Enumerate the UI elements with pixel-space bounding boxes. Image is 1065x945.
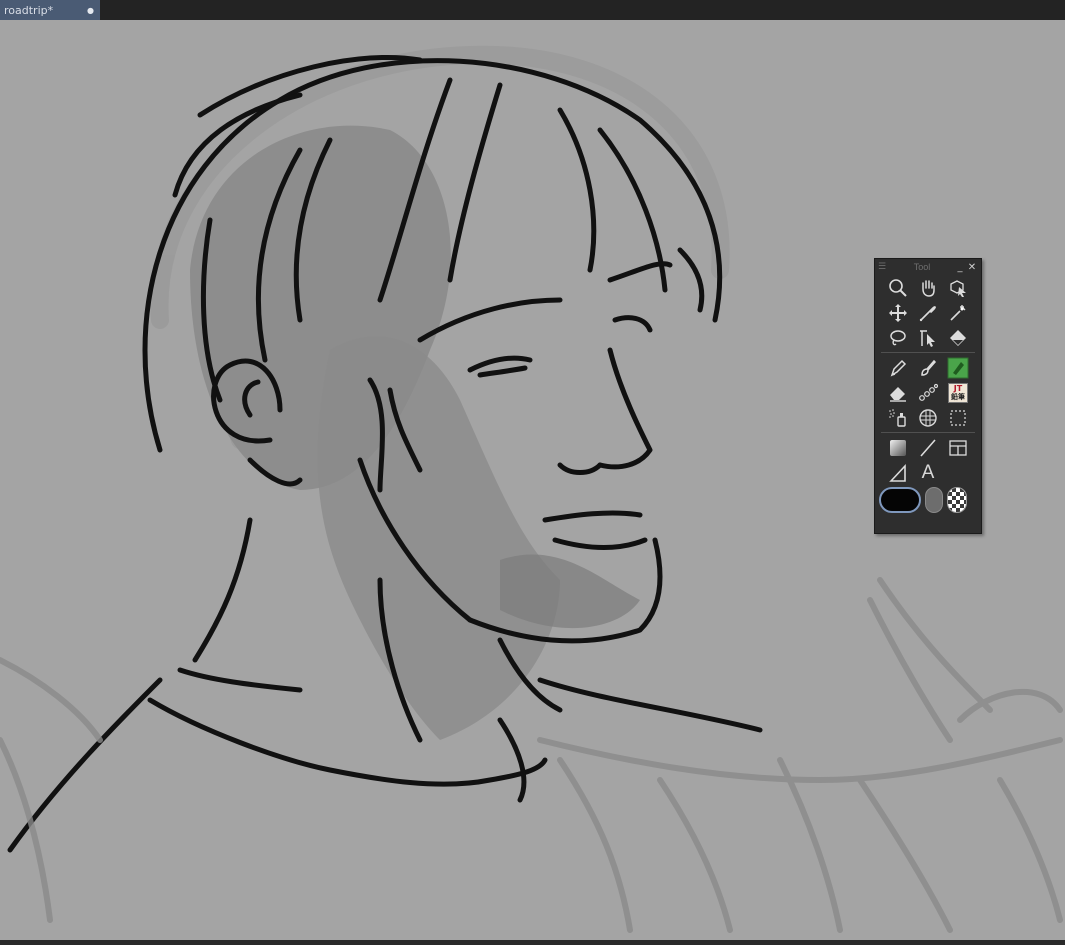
bottom-bar xyxy=(0,940,1065,945)
document-tab-title: roadtrip* xyxy=(4,3,54,17)
tool-grid-drawing: JT 鉛筆 xyxy=(875,355,981,430)
palette-separator xyxy=(881,432,975,433)
line-icon[interactable] xyxy=(913,435,943,460)
frame-icon[interactable] xyxy=(943,435,973,460)
text-icon[interactable]: A xyxy=(913,460,943,485)
tool-palette: ☰ Tool _ ✕ JT 鉛筆 A xyxy=(874,258,982,534)
magic-wand-icon[interactable] xyxy=(943,300,973,325)
main-color-swatch[interactable] xyxy=(879,487,921,513)
transparent-color-swatch[interactable] xyxy=(947,487,967,513)
jt-pencil-icon[interactable]: JT 鉛筆 xyxy=(943,380,973,405)
magnifier-icon[interactable] xyxy=(883,275,913,300)
ruler-icon[interactable] xyxy=(883,460,913,485)
eraser-icon[interactable] xyxy=(883,380,913,405)
sub-color-swatch[interactable] xyxy=(925,487,943,513)
tool-palette-titlebar[interactable]: ☰ Tool _ ✕ xyxy=(875,259,981,275)
palette-separator xyxy=(881,352,975,353)
hand-icon[interactable] xyxy=(913,275,943,300)
eyedropper-icon[interactable] xyxy=(913,300,943,325)
decoration-icon[interactable] xyxy=(913,380,943,405)
tab-close-icon[interactable]: ● xyxy=(87,6,94,15)
airbrush-icon[interactable] xyxy=(883,405,913,430)
lasso-icon[interactable] xyxy=(883,325,913,350)
panel-menu-icon[interactable]: ☰ xyxy=(878,262,890,272)
blend-icon[interactable] xyxy=(913,405,943,430)
tool-palette-title: Tool xyxy=(913,262,931,272)
gradient-icon[interactable] xyxy=(883,435,913,460)
fill-bucket-icon[interactable] xyxy=(943,325,973,350)
close-icon[interactable]: ✕ xyxy=(966,262,978,273)
tool-grid-shapes: A xyxy=(875,435,981,485)
selection-arrow-icon[interactable] xyxy=(913,325,943,350)
minimize-icon[interactable]: _ xyxy=(954,262,966,273)
document-tab[interactable]: roadtrip* ● xyxy=(0,0,100,20)
tool-grid-navigation xyxy=(875,275,981,350)
brush-icon[interactable] xyxy=(913,355,943,380)
rect-select-icon[interactable] xyxy=(943,405,973,430)
empty-slot xyxy=(943,460,973,485)
pen-icon[interactable] xyxy=(883,355,913,380)
marker-icon[interactable] xyxy=(943,355,973,380)
operation-cursor-icon[interactable] xyxy=(943,275,973,300)
top-bar: roadtrip* ● xyxy=(0,0,1065,20)
color-swatches xyxy=(875,485,981,513)
move-icon[interactable] xyxy=(883,300,913,325)
